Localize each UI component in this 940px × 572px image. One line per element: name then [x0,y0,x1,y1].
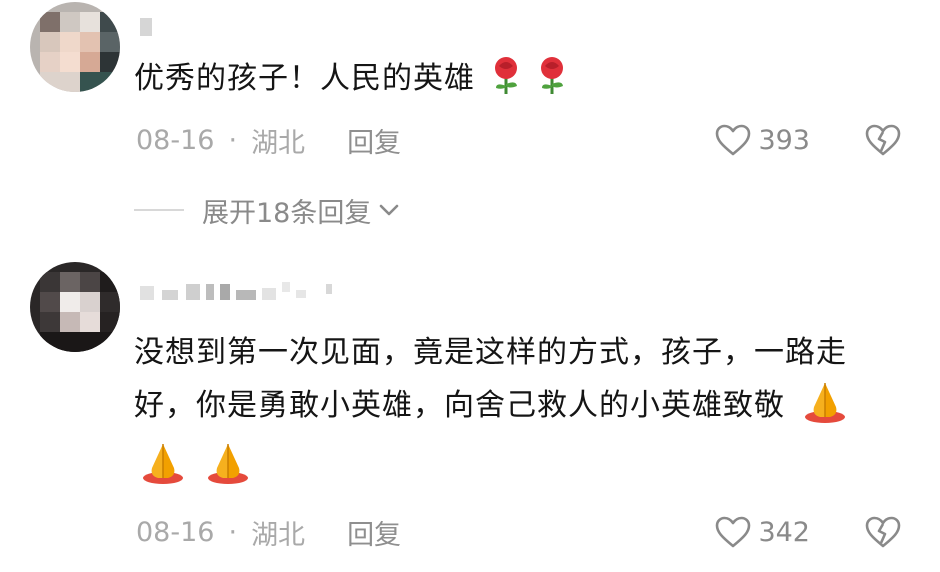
meta-separator: · [228,516,238,548]
expand-replies-label: 展开18条回复 [202,197,372,229]
folded-hands-emoji-icon [800,379,850,440]
comment-text: 没想到第一次见面，竟是这样的方式，孩子，一路走好，你是勇敢小英雄，向舍己救人的小… [134,326,904,501]
reply-button[interactable]: 回复 [347,513,401,552]
heart-icon [716,516,751,548]
reply-button[interactable]: 回复 [347,121,401,160]
rose-emoji-icon [490,56,522,113]
divider-line [134,209,184,211]
avatar[interactable] [30,2,120,92]
comment-date: 08-16 [136,516,215,548]
comment-region: 湖北 [251,127,306,159]
comment-body: 优秀的孩子！人民的英雄 [134,61,475,96]
username-blurred[interactable] [140,280,340,304]
chevron-down-icon [380,204,399,216]
rose-emoji-icon [536,56,568,113]
expand-replies-button[interactable]: 展开18条回复 [134,190,401,230]
folded-hands-emoji-icon [203,440,253,501]
dislike-button[interactable] [864,512,902,552]
comment-region: 湖北 [251,519,306,551]
like-button[interactable]: 342 [714,512,810,552]
username-blurred[interactable] [140,18,152,36]
dislike-button[interactable] [864,120,902,160]
avatar[interactable] [30,262,120,352]
comment-body: 没想到第一次见面，竟是这样的方式，孩子，一路走好，你是勇敢小英雄，向舍己救人的小… [134,335,847,423]
heart-icon [716,124,751,156]
like-count: 342 [758,516,810,548]
broken-heart-icon [865,124,901,156]
comment-date: 08-16 [136,124,215,156]
meta-separator: · [228,124,238,156]
comment-text: 优秀的孩子！人民的英雄 [134,52,904,113]
comment-meta: 08-16 · 湖北 回复 [136,512,401,552]
comment-meta: 08-16 · 湖北 回复 [136,120,401,160]
like-count: 393 [758,124,810,156]
folded-hands-emoji-icon [138,440,188,501]
like-button[interactable]: 393 [714,120,810,160]
broken-heart-icon [865,516,901,548]
